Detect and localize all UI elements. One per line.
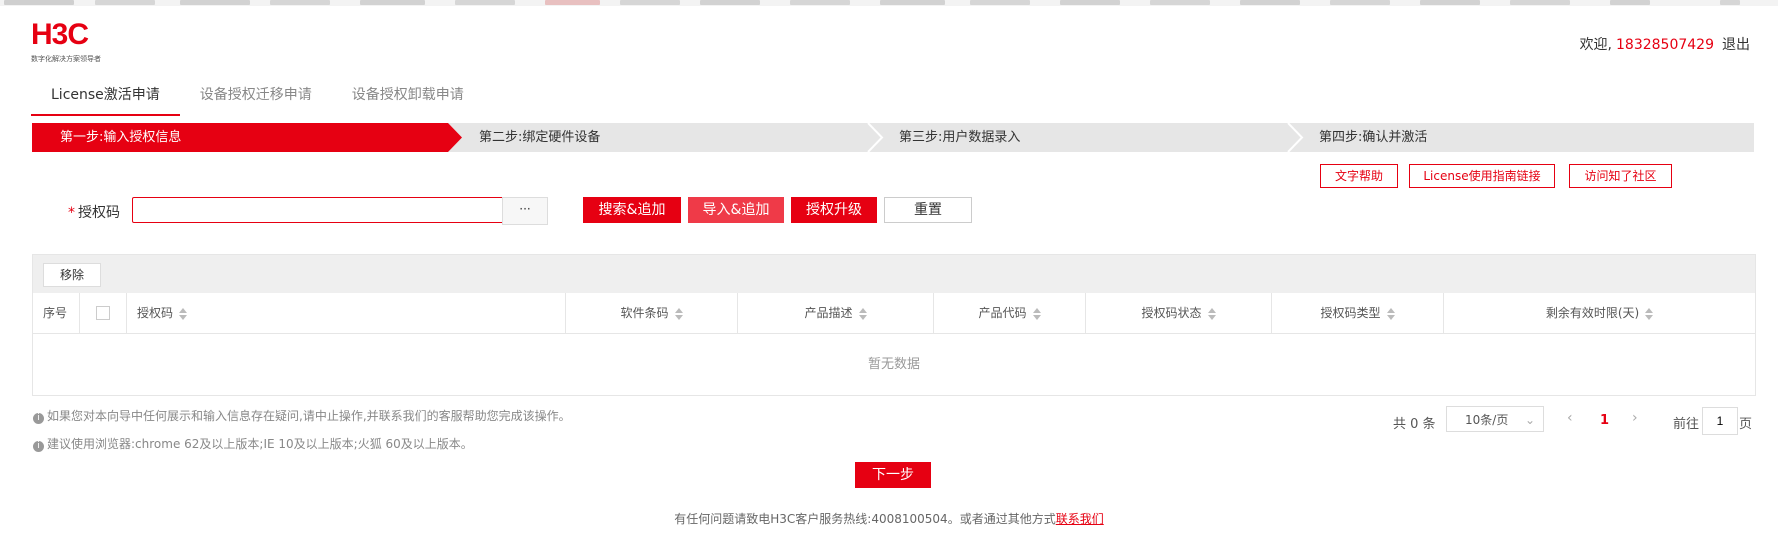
info-icon: i [33,413,44,424]
auth-code-input[interactable] [132,197,514,223]
page-size-select[interactable]: 10条/页 ⌄ [1446,406,1544,432]
pagination-total: 共 0 条 [1393,417,1436,432]
notice-text-1: 如果您对本向导中任何展示和输入信息存在疑问,请中止操作,并联系我们的客服帮助您完… [47,409,571,423]
sort-icon[interactable] [858,307,867,320]
step-2: 第二步:绑定硬件设备 [479,130,601,145]
col-auth-code-label: 授权码 [137,306,174,320]
text-help-button[interactable]: 文字帮助 [1320,164,1398,188]
sort-icon[interactable] [1386,307,1395,320]
page-suffix: 页 [1739,417,1753,432]
auth-upgrade-button[interactable]: 授权升级 [791,197,877,223]
logout-link[interactable]: 退出 [1722,37,1750,53]
prev-page-button[interactable]: ‹ [1567,410,1573,426]
contact-us-link[interactable]: 联系我们 [1056,512,1104,526]
goto-page-input[interactable] [1702,407,1738,435]
auth-code-table: 移除 序号 授权码 软件条码 产品描述 产品代码 授权码状态 授权码类型 剩余有… [32,254,1756,396]
wizard-steps: 第一步:输入授权信息 第二步:绑定硬件设备 第三步:用户数据录入 第四步:确认并… [32,123,1754,152]
step-1: 第一步:输入授权信息 [60,130,182,145]
sort-icon[interactable] [1207,307,1216,320]
sort-icon[interactable] [179,307,188,320]
col-remaining[interactable]: 剩余有效时限(天) [1444,293,1755,333]
more-button[interactable]: ··· [502,197,548,225]
tab-license-activation[interactable]: License激活申请 [31,80,180,116]
col-product-desc-label: 产品描述 [804,306,853,320]
col-product-desc[interactable]: 产品描述 [738,293,934,333]
col-index-label: 序号 [43,306,68,320]
col-auth-type[interactable]: 授权码类型 [1272,293,1444,333]
welcome-text: 欢迎, [1579,37,1613,53]
col-product-code-label: 产品代码 [978,306,1027,320]
auth-code-label: * 授权码 [68,202,120,222]
notice-text-2: 建议使用浏览器:chrome 62及以上版本;IE 10及以上版本;火狐 60及… [47,437,473,451]
chevron-down-icon: ⌄ [1524,413,1535,427]
h3c-logo[interactable]: H3C 数字化解决方案领导者 [31,20,131,66]
chevron-left-icon: ‹ [1567,410,1573,426]
steps-arrows [32,123,1304,152]
col-auth-status[interactable]: 授权码状态 [1086,293,1272,333]
chevron-right-icon: › [1632,410,1638,426]
tab-device-uninstall[interactable]: 设备授权卸载申请 [332,80,484,114]
required-mark: * [68,205,75,221]
sort-icon[interactable] [1032,307,1041,320]
reset-button[interactable]: 重置 [884,197,972,223]
table-toolbar: 移除 [33,255,1755,293]
col-product-code[interactable]: 产品代码 [934,293,1086,333]
username[interactable]: 18328507429 [1616,37,1714,53]
col-auth-code[interactable]: 授权码 [127,293,566,333]
license-guide-button[interactable]: License使用指南链接 [1409,164,1555,188]
next-step-button[interactable]: 下一步 [855,462,931,488]
current-page[interactable]: 1 [1600,413,1609,428]
col-index: 序号 [33,293,80,333]
col-auth-type-label: 授权码类型 [1320,306,1381,320]
notice-line-1: i 如果您对本向导中任何展示和输入信息存在疑问,请中止操作,并联系我们的客服帮助您… [33,407,571,424]
search-add-button[interactable]: 搜索&追加 [583,197,681,223]
tab-device-migration[interactable]: 设备授权迁移申请 [180,80,332,114]
logo-tagline: 数字化解决方案领导者 [31,55,101,63]
col-software-code-label: 软件条码 [620,306,669,320]
col-select [80,293,127,333]
info-icon: i [33,441,44,452]
col-remaining-label: 剩余有效时限(天) [1545,306,1640,320]
col-auth-status-label: 授权码状态 [1141,306,1202,320]
auth-code-label-text: 授权码 [78,205,120,221]
logo-mark: H3C [31,18,89,51]
user-welcome: 欢迎, 18328507429 退出 [1580,34,1750,54]
empty-placeholder: 暂无数据 [867,357,920,372]
bookmarks-bar-edge [0,0,1778,6]
notice-line-2: i 建议使用浏览器:chrome 62及以上版本;IE 10及以上版本;火狐 60… [33,435,473,452]
col-software-code[interactable]: 软件条码 [566,293,738,333]
table-header: 序号 授权码 软件条码 产品描述 产品代码 授权码状态 授权码类型 剩余有效时限… [33,293,1755,334]
select-all-checkbox[interactable] [96,306,110,320]
sort-icon[interactable] [1645,307,1654,320]
footer: 有任何问题请致电H3C客户服务热线:4008100504。或者通过其他方式联系我… [0,510,1778,527]
next-page-button[interactable]: › [1632,410,1638,426]
community-button[interactable]: 访问知了社区 [1569,164,1672,188]
step-4: 第四步:确认并激活 [1319,130,1428,145]
goto-label: 前往 [1673,417,1700,432]
page-size-value: 10条/页 [1465,413,1509,427]
remove-button[interactable]: 移除 [43,263,101,287]
footer-text: 有任何问题请致电H3C客户服务热线:4008100504。或者通过其他方式 [674,512,1056,526]
step-3: 第三步:用户数据录入 [899,130,1021,145]
import-add-button[interactable]: 导入&追加 [688,197,784,223]
sort-icon[interactable] [674,307,683,320]
request-tabs: License激活申请 设备授权迁移申请 设备授权卸载申请 [31,80,484,116]
